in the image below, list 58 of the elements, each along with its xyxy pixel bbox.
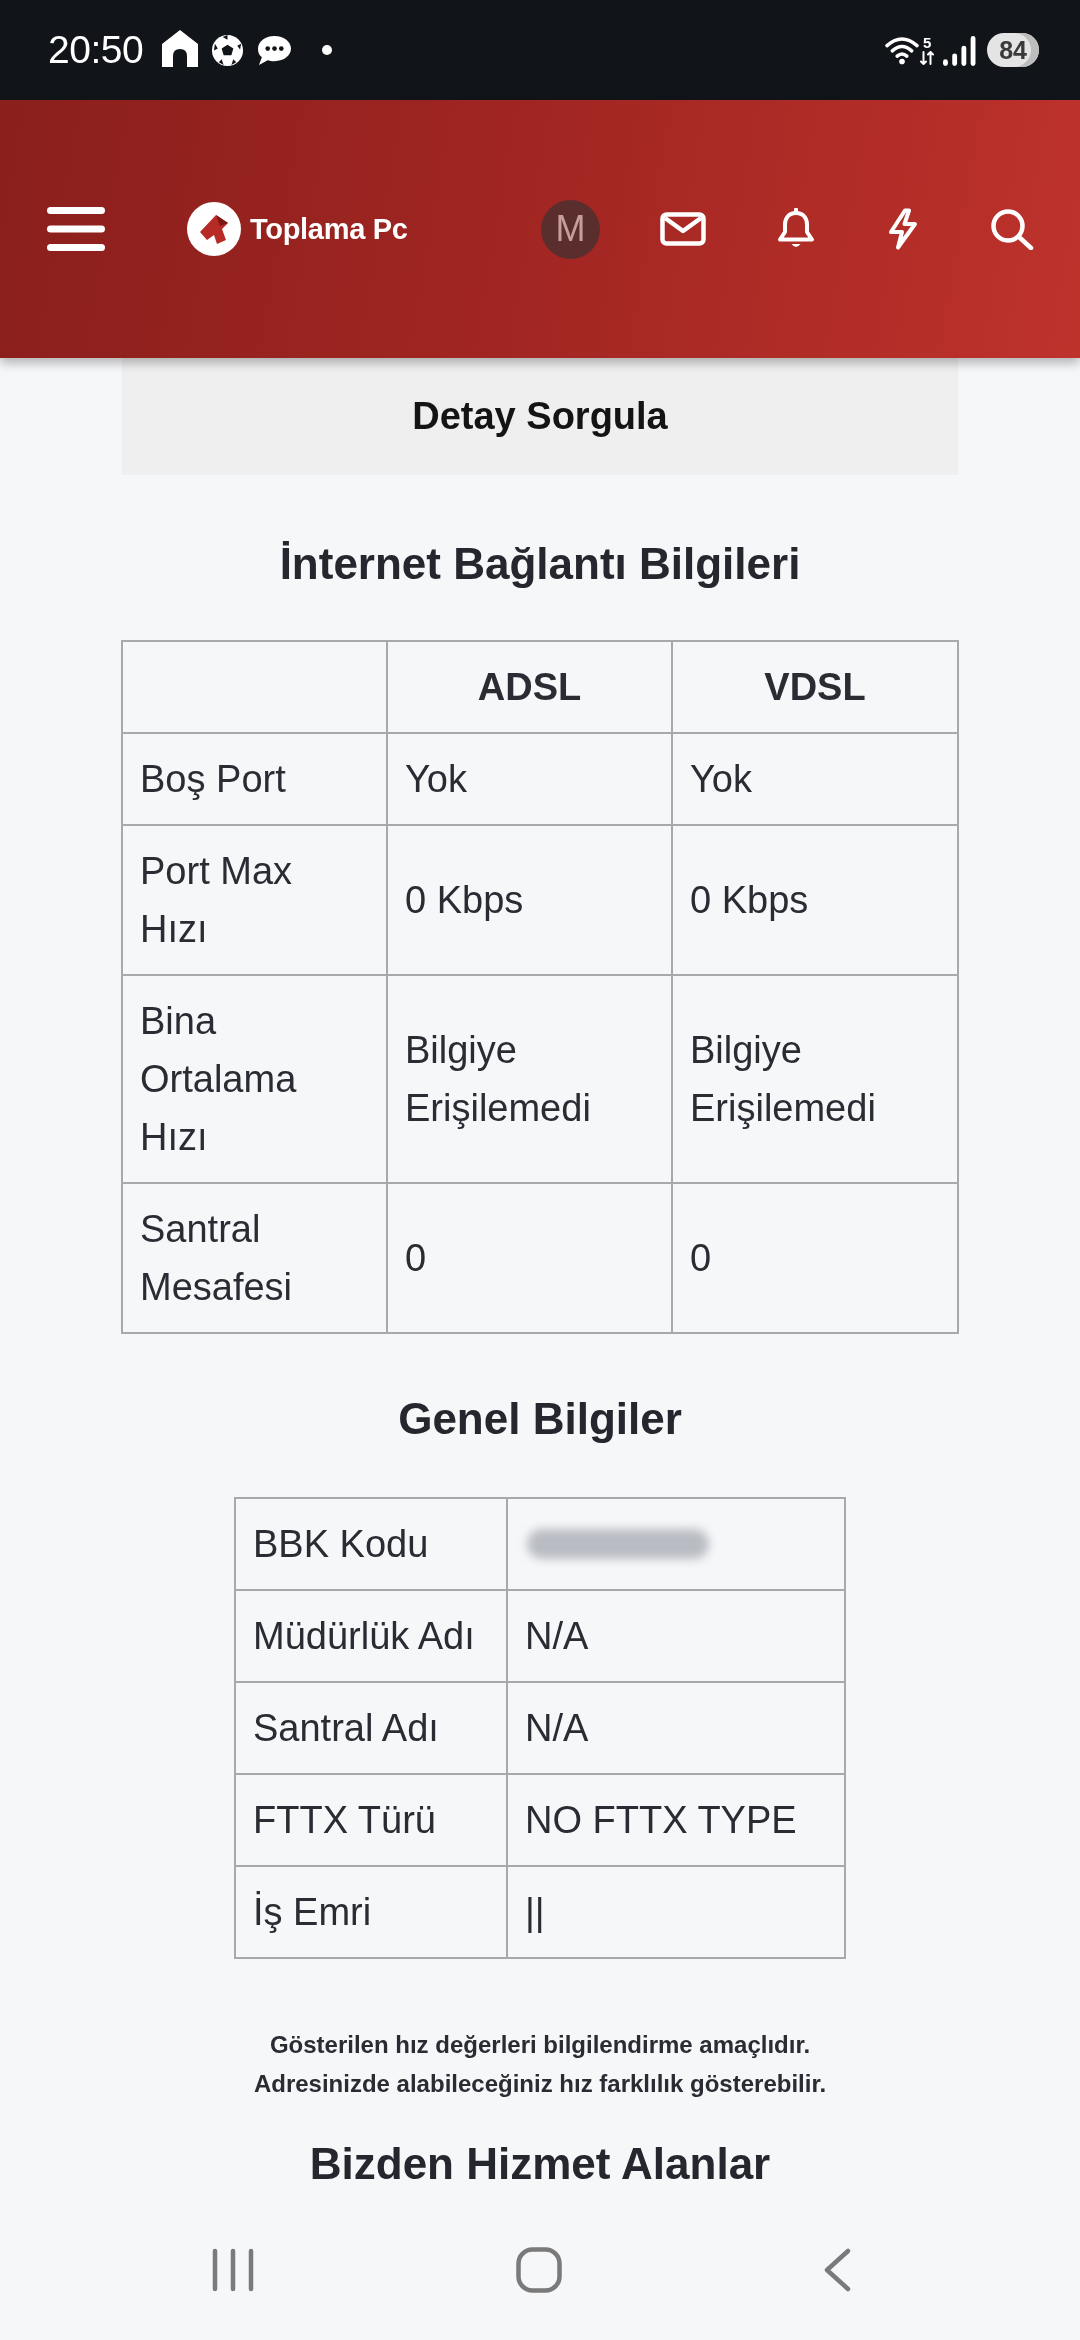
notifications-button[interactable] bbox=[776, 208, 816, 250]
row-label-cell: Santral Adı bbox=[235, 1682, 507, 1774]
search-button[interactable] bbox=[990, 208, 1034, 250]
whats-new-button[interactable] bbox=[886, 208, 920, 250]
bell-icon bbox=[776, 208, 816, 250]
table-cell: 0 bbox=[387, 1183, 672, 1333]
status-time: 20:50 bbox=[48, 28, 144, 72]
table-cell: Bilgiye Erişilemedi bbox=[387, 975, 672, 1183]
disclaimer-text: Adresinizde alabileceğiniz hız farklılık gösterebilir. bbox=[253, 2069, 827, 2099]
table-cell: || bbox=[507, 1866, 845, 1958]
row-label-cell: Boş Port bbox=[122, 733, 387, 825]
notification-dot-icon bbox=[322, 45, 333, 55]
row-label-cell: FTTX Türü bbox=[235, 1774, 507, 1866]
chat-bubble-icon bbox=[256, 33, 294, 67]
section-heading: İnternet Bağlantı Bilgileri bbox=[279, 538, 801, 590]
table-cell: Yok bbox=[672, 733, 958, 825]
row-label-cell: Müdürlük Adı bbox=[235, 1590, 507, 1682]
wifi-band-label: 5 bbox=[923, 35, 932, 50]
table-cell: N/A bbox=[507, 1590, 845, 1682]
table-cell: N/A bbox=[507, 1682, 845, 1774]
logo-icon bbox=[187, 202, 241, 256]
messages-button[interactable] bbox=[660, 212, 706, 246]
avatar-button[interactable]: M bbox=[541, 199, 600, 259]
wifi-icon bbox=[885, 35, 920, 65]
row-label-cell: Bina Ortalama Hızı bbox=[122, 975, 387, 1183]
section-heading: Bizden Hizmet Alanlar bbox=[309, 2138, 771, 2190]
row-label-cell: Port Max Hızı bbox=[122, 825, 387, 975]
disclaimer-text: Gösterilen hız değerleri bilgilendirme amaçlıdır. bbox=[269, 2030, 811, 2060]
battery-indicator: 84 bbox=[987, 33, 1039, 67]
envelope-icon bbox=[660, 212, 706, 246]
signal-bars-icon bbox=[943, 34, 977, 66]
home-icon bbox=[160, 29, 201, 67]
row-label-cell: İş Emri bbox=[235, 1866, 507, 1958]
table-cell: 0 Kbps bbox=[387, 825, 672, 975]
table-cell: Yok bbox=[387, 733, 672, 825]
recent-apps-button[interactable] bbox=[212, 2248, 254, 2292]
detail-query-button[interactable]: Detay Sorgula bbox=[122, 358, 958, 475]
menu-button[interactable] bbox=[47, 207, 105, 251]
table-cell: 0 bbox=[672, 1183, 958, 1333]
home-square-icon bbox=[515, 2247, 562, 2293]
menu-icon bbox=[47, 207, 105, 251]
search-icon bbox=[990, 208, 1034, 250]
section-heading: Genel Bilgiler bbox=[398, 1393, 682, 1445]
row-label-cell: Santral Mesafesi bbox=[122, 1183, 387, 1333]
table-cell: NO FTTX TYPE bbox=[507, 1774, 845, 1866]
back-chevron-icon bbox=[823, 2248, 851, 2292]
column-header: VDSL bbox=[672, 641, 958, 733]
column-header: ADSL bbox=[387, 641, 672, 733]
row-label-cell: BBK Kodu bbox=[235, 1498, 507, 1590]
table-cell: 0 Kbps bbox=[672, 825, 958, 975]
recent-apps-icon bbox=[212, 2248, 254, 2292]
table-cell: Bilgiye Erişilemedi bbox=[672, 975, 958, 1183]
back-button[interactable] bbox=[823, 2248, 851, 2292]
home-link[interactable]: Toplama Pc bbox=[187, 202, 408, 256]
data-arrows-icon bbox=[920, 51, 935, 65]
lightning-bolt-icon bbox=[886, 208, 920, 250]
home-button[interactable] bbox=[515, 2247, 562, 2293]
soccer-ball-icon bbox=[211, 33, 245, 67]
